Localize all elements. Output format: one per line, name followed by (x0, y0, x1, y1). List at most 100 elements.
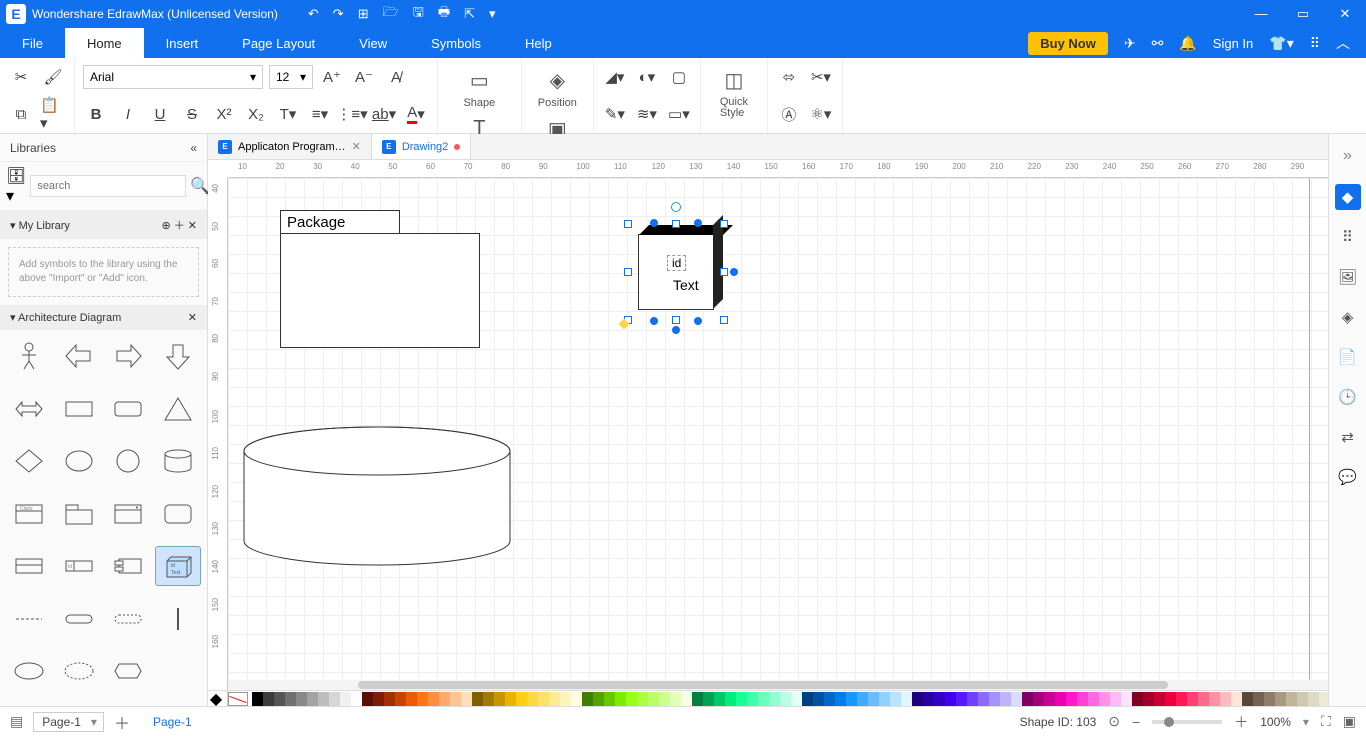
resize-handle-n2[interactable] (694, 219, 702, 227)
color-swatch[interactable] (1187, 692, 1198, 706)
minimize-button[interactable]: — (1240, 6, 1282, 22)
superscript-icon[interactable]: X² (211, 101, 237, 127)
color-swatch[interactable] (527, 692, 538, 706)
color-swatch[interactable] (780, 692, 791, 706)
position-button[interactable]: ◈Position (530, 64, 585, 113)
layers-panel-icon[interactable]: ◈ (1335, 304, 1361, 330)
resize-handle-w[interactable] (624, 268, 632, 276)
shape-header-rect[interactable] (6, 546, 52, 586)
fill-icon[interactable]: ◢▾ (602, 64, 628, 90)
color-swatch[interactable] (417, 692, 428, 706)
resize-handle-s1[interactable] (650, 317, 658, 325)
apps-icon[interactable]: ⠿ (1310, 35, 1320, 52)
color-swatch[interactable] (615, 692, 626, 706)
color-swatch[interactable] (494, 692, 505, 706)
palette-options-icon[interactable]: ◆ (208, 689, 224, 707)
tab-symbols[interactable]: Symbols (409, 28, 503, 58)
color-swatch[interactable] (472, 692, 483, 706)
color-swatch[interactable] (1066, 692, 1077, 706)
radius-icon[interactable]: ▢ (666, 64, 692, 90)
shape-tool-button[interactable]: ▭Shape (454, 64, 504, 113)
shape-package[interactable] (56, 494, 102, 534)
color-swatch[interactable] (516, 692, 527, 706)
rotate-handle[interactable] (671, 202, 681, 212)
color-swatch[interactable] (538, 692, 549, 706)
add-page-button[interactable]: ＋ (114, 710, 130, 734)
color-swatch[interactable] (593, 692, 604, 706)
shape-hex[interactable] (106, 651, 152, 691)
color-swatch[interactable] (1022, 692, 1033, 706)
drawing-canvas[interactable]: Package id (228, 178, 1328, 682)
fit-page-icon[interactable]: ⛶ (1321, 713, 1331, 730)
doc-tab-1[interactable]: E Applicaton Program… ✕ (208, 134, 372, 159)
color-swatch[interactable] (439, 692, 450, 706)
color-swatch[interactable] (835, 692, 846, 706)
zoom-out-button[interactable]: − (1132, 714, 1140, 730)
color-swatch[interactable] (1231, 692, 1242, 706)
add-icon[interactable]: ＋ (174, 220, 185, 232)
cube-id-label[interactable]: id (667, 255, 686, 271)
color-swatch[interactable] (505, 692, 516, 706)
color-swatch[interactable] (1319, 692, 1328, 706)
color-swatch[interactable] (1055, 692, 1066, 706)
color-swatch[interactable] (406, 692, 417, 706)
color-swatch[interactable] (670, 692, 681, 706)
color-swatch[interactable] (736, 692, 747, 706)
link-panel-icon[interactable]: ⇄ (1335, 424, 1361, 450)
tab-file[interactable]: File (0, 28, 65, 58)
zoom-knob[interactable] (1164, 717, 1174, 727)
image-panel-icon[interactable]: 🖼 (1335, 264, 1361, 290)
text-case-icon[interactable]: T▾ (275, 101, 301, 127)
color-swatch[interactable] (637, 692, 648, 706)
color-swatch[interactable] (1099, 692, 1110, 706)
shape-arrow-double[interactable] (6, 389, 52, 429)
cube-text-label[interactable]: Text (673, 277, 699, 293)
color-swatch[interactable] (1143, 692, 1154, 706)
color-swatch[interactable] (307, 692, 318, 706)
color-swatch[interactable] (285, 692, 296, 706)
shape-ellipse-dashed[interactable] (56, 651, 102, 691)
color-swatch[interactable] (1110, 692, 1121, 706)
color-swatch[interactable] (560, 692, 571, 706)
strike-icon[interactable]: S (179, 101, 205, 127)
arrow-style-icon[interactable]: ▭▾ (666, 101, 692, 127)
resize-handle-e[interactable] (720, 268, 728, 276)
comment-panel-icon[interactable]: 💬 (1335, 464, 1361, 490)
spell-check-icon[interactable]: ⚛▾ (808, 101, 834, 127)
color-swatch[interactable] (1264, 692, 1275, 706)
color-swatch[interactable] (296, 692, 307, 706)
architecture-section[interactable]: ▾ Architecture Diagram ✕ (0, 305, 207, 330)
color-swatch[interactable] (791, 692, 802, 706)
shape-rect[interactable] (56, 389, 102, 429)
color-swatch[interactable] (857, 692, 868, 706)
resize-handle-nw[interactable] (624, 220, 632, 228)
find-replace-icon[interactable]: Ⓐ (776, 101, 802, 127)
color-swatch[interactable] (692, 692, 703, 706)
color-swatch[interactable] (912, 692, 923, 706)
open-icon[interactable]: 🗁 (383, 3, 399, 25)
color-swatch[interactable] (725, 692, 736, 706)
shape-arrow-right[interactable] (106, 336, 152, 376)
resize-handle-n[interactable] (672, 220, 680, 228)
color-swatch[interactable] (989, 692, 1000, 706)
shape-arrow-left[interactable] (56, 336, 102, 376)
page-list-icon[interactable]: ▤ (10, 713, 23, 730)
tab-insert[interactable]: Insert (144, 28, 221, 58)
color-swatch[interactable] (1154, 692, 1165, 706)
play-icon[interactable]: ⊙ (1108, 713, 1120, 730)
shape-browser[interactable] (106, 494, 152, 534)
shadow-icon[interactable]: ◐▾ (634, 64, 660, 90)
resize-handle-n1[interactable] (650, 219, 658, 227)
resize-handle-s2[interactable] (694, 317, 702, 325)
shape-component[interactable] (106, 546, 152, 586)
library-menu-icon[interactable]: 🗄▾ (6, 166, 26, 206)
color-swatch[interactable] (1000, 692, 1011, 706)
color-swatch[interactable] (373, 692, 384, 706)
shape-class[interactable]: Class (6, 494, 52, 534)
color-swatch[interactable] (802, 692, 813, 706)
color-swatch[interactable] (703, 692, 714, 706)
color-swatch[interactable] (1033, 692, 1044, 706)
grid-panel-icon[interactable]: ⠿ (1335, 224, 1361, 250)
italic-icon[interactable]: I (115, 101, 141, 127)
color-swatch[interactable] (659, 692, 670, 706)
